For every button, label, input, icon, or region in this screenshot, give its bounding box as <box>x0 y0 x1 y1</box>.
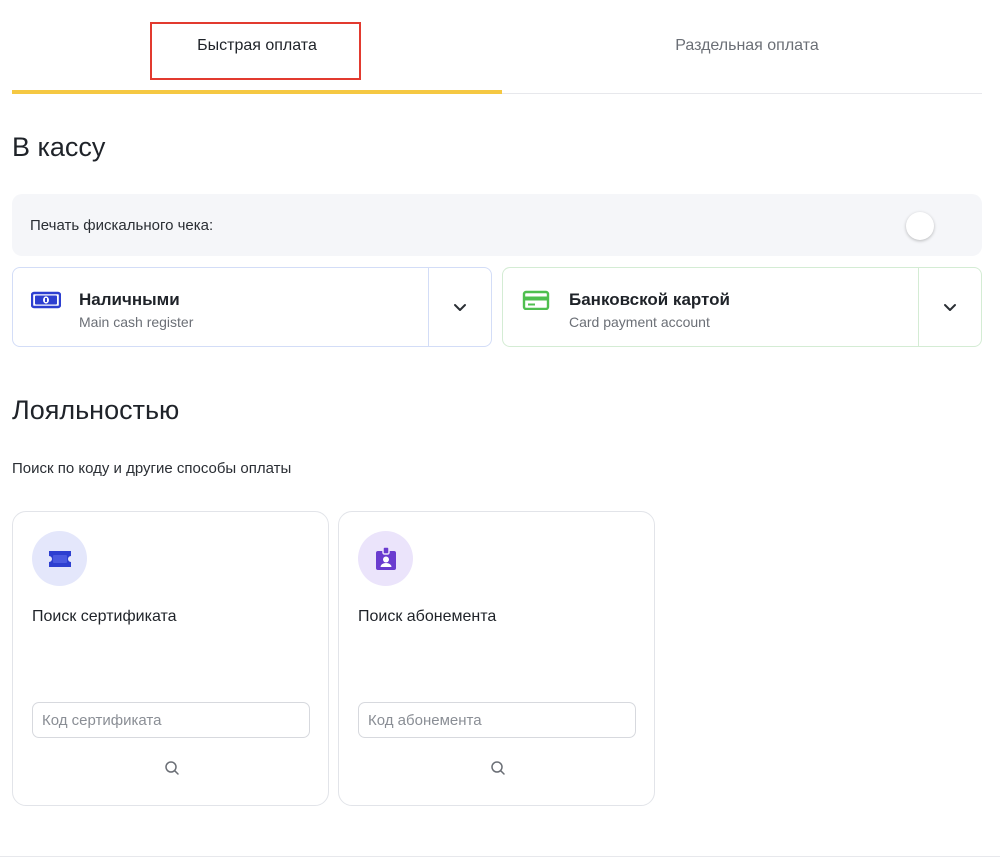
id-badge-icon <box>375 545 396 570</box>
payment-method-cash-select[interactable]: Наличными Main cash register <box>13 268 428 346</box>
subscription-code-input[interactable] <box>358 702 636 738</box>
search-icon[interactable] <box>489 759 507 777</box>
ticket-icon <box>48 550 71 567</box>
chevron-down-icon <box>454 303 466 311</box>
payment-method-cash: Наличными Main cash register <box>12 267 492 347</box>
payment-method-cash-dropdown[interactable] <box>428 268 491 346</box>
payment-method-title: Банковской картой <box>569 290 730 309</box>
banknote-icon <box>31 291 61 309</box>
search-icon[interactable] <box>163 759 181 777</box>
payment-method-card: Банковской картой Card payment account <box>502 267 982 347</box>
fiscal-receipt-toggle[interactable] <box>906 212 934 240</box>
certificate-search-title: Поиск сертификата <box>32 608 177 625</box>
fiscal-receipt-row: Печать фискального чека: <box>12 194 982 256</box>
tab-split-payment-label: Раздельная оплата <box>675 37 819 54</box>
payment-method-title: Наличными <box>79 290 180 309</box>
payment-method-card-dropdown[interactable] <box>918 268 981 346</box>
credit-card-icon <box>522 290 550 310</box>
subscription-search-card: Поиск абонемента <box>338 511 655 806</box>
loyalty-section-title: Лояльностью <box>12 395 180 425</box>
certificate-icon-circle <box>32 531 87 586</box>
tab-fast-payment-label: Быстрая оплата <box>197 37 317 54</box>
loyalty-section-subtitle: Поиск по коду и другие способы оплаты <box>12 460 292 477</box>
active-tab-underline <box>12 90 502 94</box>
certificate-code-input[interactable] <box>32 702 310 738</box>
payment-method-account: Card payment account <box>569 314 710 330</box>
tab-fast-payment[interactable]: Быстрая оплата <box>12 0 502 92</box>
chevron-down-icon <box>944 303 956 311</box>
fiscal-receipt-label: Печать фискального чека: <box>30 216 214 234</box>
subscription-search-title: Поиск абонемента <box>358 608 497 625</box>
bottom-divider <box>0 856 1000 857</box>
subscription-icon-circle <box>358 531 413 586</box>
certificate-search-card: Поиск сертификата <box>12 511 329 806</box>
payment-tabs: Быстрая оплата Раздельная оплата <box>12 0 982 94</box>
cash-section-title: В кассу <box>12 132 106 162</box>
payment-method-account: Main cash register <box>79 314 194 330</box>
payment-method-card-select[interactable]: Банковской картой Card payment account <box>503 268 918 346</box>
tab-split-payment[interactable]: Раздельная оплата <box>502 0 992 92</box>
